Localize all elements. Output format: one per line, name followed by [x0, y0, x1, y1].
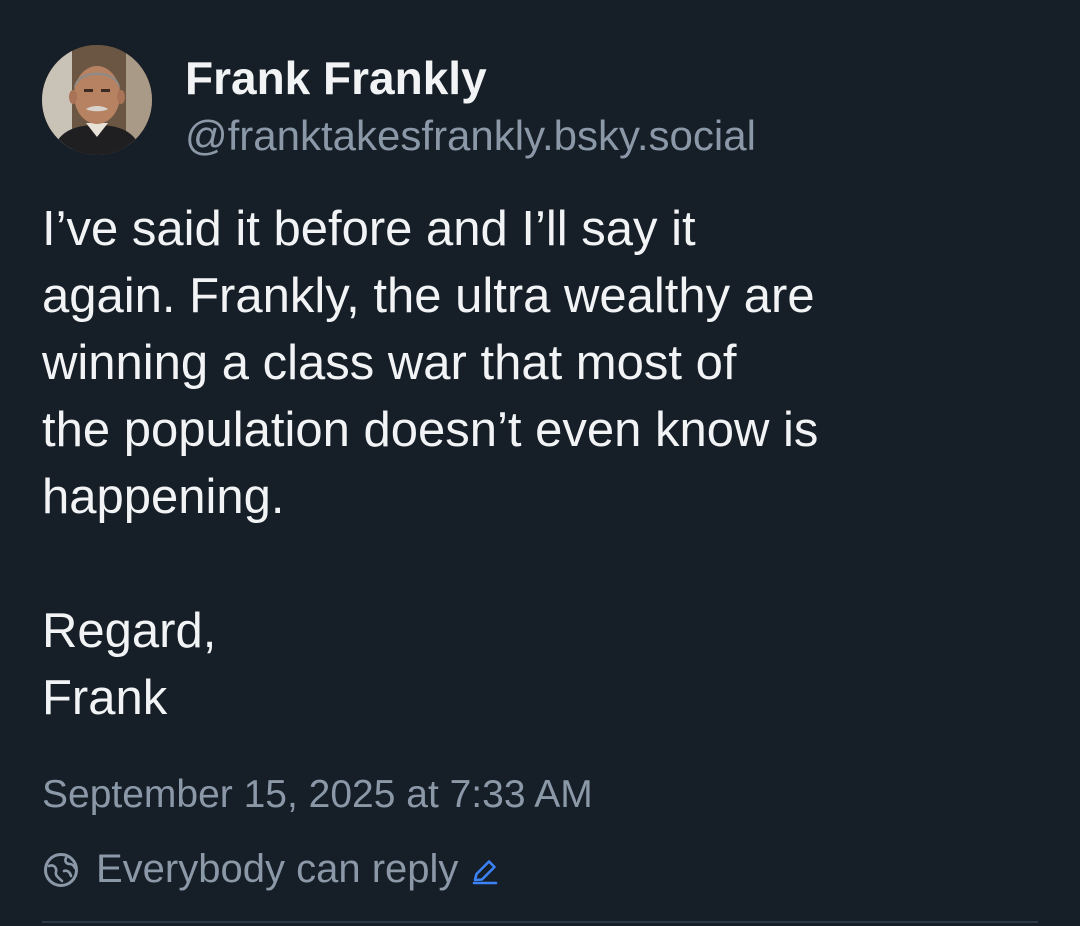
avatar-photo — [42, 45, 152, 155]
post-view: Frank Frankly @franktakesfrankly.bsky.so… — [0, 0, 1080, 926]
post-text-line: happening. — [42, 470, 285, 524]
divider — [42, 921, 1038, 923]
globe-icon — [44, 853, 78, 887]
post-signoff-line: Frank — [42, 671, 168, 725]
author-handle[interactable]: @franktakesfrankly.bsky.social — [185, 110, 756, 162]
post-timestamp[interactable]: September 15, 2025 at 7:33 AM — [42, 770, 593, 820]
post-text-line: the population doesn’t even know is — [42, 403, 819, 457]
post-signoff-line: Regard, — [42, 604, 217, 658]
post-text-line: again. Frankly, the ultra wealthy are — [42, 269, 815, 323]
reply-settings-button[interactable]: Everybody can reply — [42, 843, 500, 895]
post-text: I’ve said it before and I’ll say it agai… — [42, 196, 1042, 732]
reply-settings-label: Everybody can reply — [96, 847, 459, 891]
pencil-icon[interactable] — [470, 856, 500, 886]
author-display-name[interactable]: Frank Frankly — [185, 50, 487, 106]
post-text-line: winning a class war that most of — [42, 336, 737, 390]
avatar[interactable] — [42, 45, 152, 155]
post-text-line: I’ve said it before and I’ll say it — [42, 202, 696, 256]
